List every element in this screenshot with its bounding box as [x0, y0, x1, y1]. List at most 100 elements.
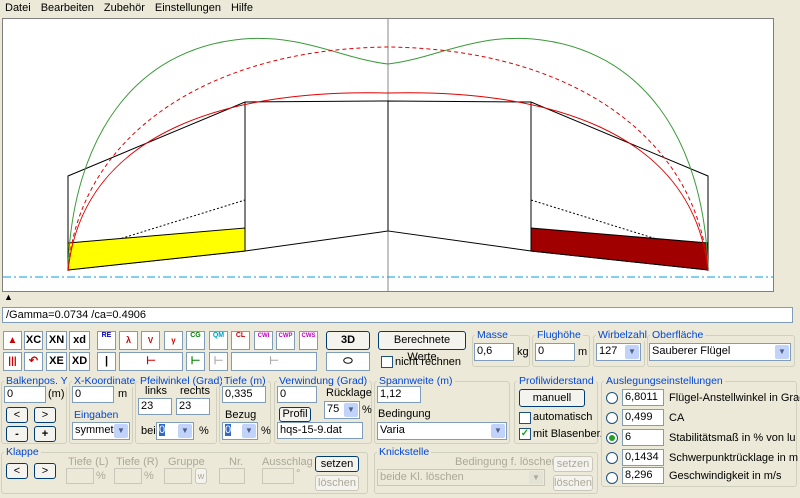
cws-icon[interactable]: CWS — [299, 331, 318, 350]
ruecklage-select[interactable]: 75 ▼ — [324, 401, 360, 419]
auslegung-value-1[interactable]: 0,499 — [622, 409, 664, 426]
nicht-rechnen-checkbox[interactable] — [381, 356, 393, 368]
pfeilwinkel-rechts-input[interactable]: 23 — [176, 398, 210, 415]
klappe-setzen-button[interactable]: setzen — [315, 456, 359, 472]
undo-icon[interactable]: ↶ — [24, 352, 43, 371]
auslegung-radio-3[interactable] — [606, 452, 618, 464]
lambda-icon[interactable]: λ — [119, 331, 138, 350]
xkoord-input[interactable]: 0 — [72, 386, 114, 403]
tiefe-input[interactable]: 0,335 — [222, 386, 266, 403]
auslegung-value-4[interactable]: 8,296 — [622, 467, 664, 484]
xe-button[interactable]: XE — [46, 352, 67, 371]
segment-gray-icon[interactable]: ⊢ — [209, 352, 228, 371]
tiefe-l-pct: % — [96, 470, 106, 482]
knickstelle-title: Knickstelle — [377, 446, 432, 458]
cg-icon[interactable]: CG — [186, 331, 205, 350]
auslegung-title: Auslegungseinstellungen — [604, 375, 725, 387]
segment-red-icon[interactable]: ⊢ — [119, 352, 183, 371]
spannweite-input[interactable]: 1,12 — [377, 386, 421, 403]
balkenpos-minus-button[interactable]: - — [6, 426, 28, 442]
3d-button[interactable]: 3D — [326, 331, 370, 350]
eingaben-label: Eingaben — [72, 409, 121, 421]
klappe-left-button[interactable]: < — [6, 463, 28, 479]
ribs-icon[interactable]: ||| — [3, 352, 22, 371]
xd-lower-button[interactable]: xd — [69, 331, 90, 350]
klappe-right-button[interactable]: > — [34, 463, 56, 479]
auslegung-value-0[interactable]: 6,8011 — [622, 389, 664, 406]
cwi-icon[interactable]: CWI — [254, 331, 273, 350]
auslegung-radio-4[interactable] — [606, 472, 618, 484]
menu-datei[interactable]: Datei — [0, 0, 36, 14]
gruppe-input[interactable] — [164, 468, 192, 484]
knick-setzen-button[interactable]: setzen — [553, 456, 593, 472]
menu-bearbeiten[interactable]: Bearbeiten — [36, 0, 99, 14]
balkenpos-left-button[interactable]: < — [6, 407, 28, 423]
gamma-icon[interactable]: γ — [164, 331, 183, 350]
wirbelzahl-value: 127 — [599, 345, 618, 357]
qm-icon[interactable]: QM — [209, 331, 228, 350]
bei-select[interactable]: 0 ▼ — [156, 422, 194, 440]
profile-view-icon[interactable]: ⬭ — [326, 352, 370, 371]
bezug-select[interactable]: 0 ▼ — [222, 422, 258, 440]
ruecklage-value: 75 — [327, 403, 340, 415]
balkenpos-plus-button[interactable]: + — [34, 426, 56, 442]
manuell-button[interactable]: manuell — [519, 389, 585, 407]
auslegung-radio-0[interactable] — [606, 392, 618, 404]
oberflaeche-select[interactable]: Sauberer Flügel ▼ — [649, 343, 791, 361]
wing-view-icon[interactable]: ▲ — [3, 331, 22, 350]
menu-zubehoer[interactable]: Zubehör — [99, 0, 150, 14]
balkenpos-right-button[interactable]: > — [34, 407, 56, 423]
tiefe-l-input[interactable] — [66, 468, 94, 484]
re-icon[interactable]: RE — [97, 331, 116, 350]
xn-button[interactable]: XN — [46, 331, 67, 350]
balkenpos-input[interactable]: 0 — [4, 386, 46, 403]
velocity-icon[interactable]: V — [141, 331, 160, 350]
berechnete-werte-button[interactable]: Berechnete Werte — [378, 331, 466, 363]
auslegung-value-2[interactable]: 6 — [622, 429, 664, 446]
xd-upper-button[interactable]: XD — [69, 352, 90, 371]
menu-einstellungen[interactable]: Einstellungen — [150, 0, 226, 14]
knick-loeschen-button[interactable]: löschen — [553, 475, 593, 491]
gruppe-w-button[interactable]: w — [195, 468, 207, 484]
menu-bar: Datei Bearbeiten Zubehör Einstellungen Hilfe — [0, 0, 800, 18]
flughoehe-unit: m — [578, 346, 588, 358]
canvas-scrollbar[interactable] — [775, 18, 797, 290]
segment-green-icon[interactable]: ⊢ — [186, 352, 205, 371]
chevron-down-icon: ▼ — [178, 424, 192, 438]
xc-button[interactable]: XC — [24, 331, 43, 350]
ausschlag-input[interactable] — [262, 468, 294, 484]
status-field[interactable]: /Gamma=0.0734 /ca=0.4906 — [2, 307, 793, 323]
verwindung-input[interactable]: 0 — [277, 386, 317, 403]
automatisch-checkbox[interactable] — [519, 412, 531, 424]
chevron-down-icon: ▼ — [529, 471, 543, 484]
automatisch-label: automatisch — [533, 411, 593, 423]
tiefe-r-input[interactable] — [114, 468, 142, 484]
cl-icon[interactable]: CL — [231, 331, 250, 350]
knick-bedingung-select[interactable]: beide Kl. löschen ▼ — [377, 469, 545, 486]
auslegung-value-3[interactable]: 0,1434 — [622, 449, 664, 466]
knick-bedingung-label: Bedingung f. löschen — [455, 456, 558, 468]
profil-file-field[interactable]: hqs-15-9.dat — [277, 422, 363, 439]
segment-gray-wide-icon[interactable]: ⊢ — [231, 352, 317, 371]
auslegung-radio-1[interactable] — [606, 412, 618, 424]
auslegung-label-0: Flügel-Anstellwinkel in Grad — [669, 392, 800, 404]
auslegung-label-1: CA — [669, 412, 685, 424]
bedingung-select[interactable]: Varia ▼ — [377, 422, 507, 440]
menu-hilfe[interactable]: Hilfe — [226, 0, 258, 14]
ruecklage-label: Rücklage — [326, 387, 372, 399]
pfeilwinkel-links-input[interactable]: 23 — [138, 398, 172, 415]
align-left-icon[interactable]: | — [97, 352, 116, 371]
profil-button[interactable]: Profil — [279, 407, 311, 422]
klappe-loeschen-button[interactable]: löschen — [315, 475, 359, 491]
auslegung-radio-2[interactable] — [606, 432, 618, 444]
links-label: links — [145, 385, 168, 397]
nr-input[interactable] — [219, 468, 245, 484]
eingaben-select[interactable]: symmetr ▼ — [72, 422, 130, 440]
ruecklage-pct: % — [362, 404, 372, 416]
wirbelzahl-select[interactable]: 127 ▼ — [596, 343, 641, 361]
masse-input[interactable]: 0,6 — [474, 343, 514, 361]
flughoehe-input[interactable]: 0 — [535, 343, 575, 361]
wing-canvas[interactable] — [2, 18, 774, 292]
blasen-checkbox[interactable]: ✓ — [519, 428, 531, 440]
cwp-icon[interactable]: CWP — [276, 331, 295, 350]
